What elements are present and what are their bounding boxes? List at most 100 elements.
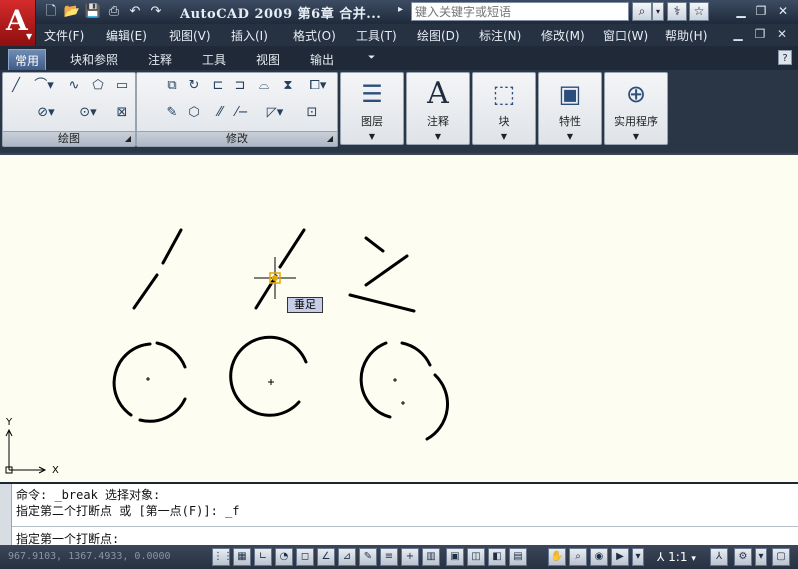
lineweight-icon[interactable]: ≡ <box>380 548 398 566</box>
annotate-button[interactable]: A 注释 ▼ <box>406 72 470 145</box>
hatch-icon[interactable]: ⊠ <box>111 103 133 123</box>
subscription-center-icon[interactable]: ⚕ <box>667 2 687 21</box>
layout-icon[interactable]: ◧ <box>488 548 506 566</box>
properties-button[interactable]: ▣ 特性 ▼ <box>538 72 602 145</box>
steering-wheel-icon[interactable]: ◉ <box>590 548 608 566</box>
trim-icon[interactable]: ⊏ <box>207 76 229 96</box>
utilities-button[interactable]: ⊕ 实用程序 ▼ <box>604 72 668 145</box>
object-snap-icon[interactable]: ◻ <box>296 548 314 566</box>
menu-window[interactable]: 窗口(W) <box>603 27 648 44</box>
chevron-down-icon[interactable]: ▾ <box>755 548 767 566</box>
quick-properties-icon[interactable]: + <box>401 548 419 566</box>
panel-expand-icon[interactable]: ◢ <box>125 132 131 146</box>
help-icon[interactable]: ? <box>778 50 792 65</box>
rotate-icon[interactable]: ↻ <box>183 76 205 96</box>
menu-insert[interactable]: 插入(I) <box>231 27 268 44</box>
annotation-scale[interactable]: ⅄ 1:1 ▾ <box>657 550 696 564</box>
restore-button[interactable]: ❐ <box>752 3 770 20</box>
line-segment[interactable] <box>364 254 409 287</box>
annotation-visibility-icon[interactable]: ⅄ <box>710 548 728 566</box>
title-expand-icon[interactable]: ▸ <box>398 4 403 15</box>
extend-icon[interactable]: ⊐ <box>229 76 251 96</box>
tab-tools[interactable]: 工具 <box>202 51 226 68</box>
panel-expand-icon[interactable]: ◢ <box>327 132 333 146</box>
search-input[interactable] <box>411 2 629 21</box>
menu-help[interactable]: 帮助(H) <box>665 27 707 44</box>
block-button[interactable]: ⬚ 块 ▼ <box>472 72 536 145</box>
open-icon[interactable]: 📂 <box>63 3 81 21</box>
chamfer-icon[interactable]: ◸▾ <box>257 103 293 123</box>
arc-segment[interactable] <box>359 341 392 419</box>
chevron-down-icon[interactable]: ▾ <box>632 548 644 566</box>
arc-segment[interactable] <box>155 341 187 369</box>
line-segment[interactable] <box>132 273 159 310</box>
clean-screen-icon[interactable]: ▢ <box>772 548 790 566</box>
show-motion-icon[interactable]: ▶ <box>611 548 629 566</box>
polygon-icon[interactable]: ⬠ <box>87 76 109 96</box>
model-icon[interactable]: ▣ <box>446 548 464 566</box>
line-segment[interactable] <box>278 228 306 269</box>
modify-panel-title[interactable]: 修改 ◢ <box>137 131 337 146</box>
menu-modify[interactable]: 修改(M) <box>541 27 585 44</box>
doc-minimize-button[interactable]: ▁ <box>730 27 746 41</box>
quick-view-icon[interactable]: ▤ <box>509 548 527 566</box>
search-icon[interactable]: ⌕ <box>632 2 652 21</box>
fillet-icon[interactable]: ⌓ <box>253 76 275 96</box>
doc-close-button[interactable]: ✕ <box>774 27 790 41</box>
break-at-point-icon[interactable]: ⁄− <box>231 103 253 123</box>
break-icon[interactable]: ⁄⁄ <box>209 103 231 123</box>
arc-segment[interactable] <box>400 341 432 367</box>
drawing-area[interactable]: Y X 垂足 <box>0 153 798 482</box>
rectangle-icon[interactable]: ▭ <box>111 76 133 96</box>
arc-segment[interactable] <box>425 373 449 441</box>
minimize-button[interactable]: ▁ <box>732 3 750 20</box>
layers-button[interactable]: ☰ 图层 ▼ <box>340 72 404 145</box>
redo-icon[interactable]: ↷ <box>147 3 165 21</box>
polar-tracking-icon[interactable]: ◔ <box>275 548 293 566</box>
arc-segment[interactable] <box>138 397 187 423</box>
tab-output[interactable]: 输出 <box>310 51 334 68</box>
erase-icon[interactable]: ✎ <box>161 103 183 123</box>
line-segment[interactable] <box>254 274 278 310</box>
new-icon[interactable]: 🗋 <box>42 3 60 21</box>
explode-icon[interactable]: ⬡ <box>183 103 205 123</box>
join-icon[interactable]: ⊡ <box>301 103 323 123</box>
tab-home[interactable]: 常用 <box>8 49 47 70</box>
ellipse-icon[interactable]: ⊙▾ <box>71 103 105 123</box>
menu-tools[interactable]: 工具(T) <box>356 27 397 44</box>
menu-file[interactable]: 文件(F) <box>44 27 84 44</box>
ducs-icon[interactable]: ⊿ <box>338 548 356 566</box>
arc-segment[interactable] <box>112 342 152 417</box>
mirror-icon[interactable]: ⧗ <box>277 76 299 96</box>
arc-segment[interactable] <box>229 335 308 417</box>
workspace-switch-icon[interactable]: ⚙ <box>734 548 752 566</box>
save-icon[interactable]: 💾 <box>84 3 102 21</box>
copy-icon[interactable]: ⧉ <box>161 76 183 96</box>
menu-format[interactable]: 格式(O) <box>293 27 336 44</box>
line-icon[interactable]: ╱ <box>5 76 27 96</box>
object-snap-tracking-icon[interactable]: ∠ <box>317 548 335 566</box>
dynamic-input-icon[interactable]: ✎ <box>359 548 377 566</box>
favorites-icon[interactable]: ☆ <box>689 2 709 21</box>
application-menu-button[interactable]: A ▼ <box>0 0 36 46</box>
tab-blocks-references[interactable]: 块和参照 <box>70 51 118 68</box>
menu-edit[interactable]: 编辑(E) <box>106 27 147 44</box>
zoom-icon[interactable]: ⌕ <box>569 548 587 566</box>
grid-icon[interactable]: ▦ <box>233 548 251 566</box>
search-dropdown-icon[interactable]: ▾ <box>652 2 664 21</box>
spline-icon[interactable]: ∿ <box>63 76 85 96</box>
menu-view[interactable]: 视图(V) <box>169 27 211 44</box>
ribbon-minimize-icon[interactable]: ⏷ <box>368 53 375 63</box>
ortho-icon[interactable]: ∟ <box>254 548 272 566</box>
command-window-grip[interactable] <box>0 484 12 547</box>
line-segment[interactable] <box>161 228 183 265</box>
menu-draw[interactable]: 绘图(D) <box>417 27 460 44</box>
line-segment[interactable] <box>348 293 416 313</box>
undo-icon[interactable]: ↶ <box>126 3 144 21</box>
close-button[interactable]: ✕ <box>774 3 792 20</box>
circle-icon[interactable]: ⊘▾ <box>29 103 63 123</box>
polyline-icon[interactable]: ⌒▾ <box>29 76 59 96</box>
tab-view[interactable]: 视图 <box>256 51 280 68</box>
doc-restore-button[interactable]: ❐ <box>752 27 768 41</box>
model-space-icon[interactable]: ▥ <box>422 548 440 566</box>
